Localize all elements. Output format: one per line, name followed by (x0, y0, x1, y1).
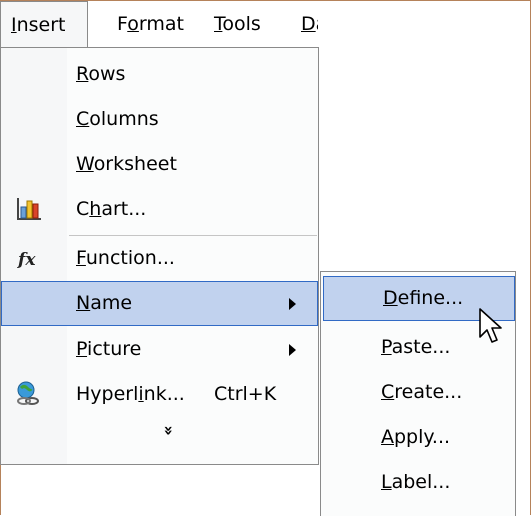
menu-item-chart[interactable]: Chart... (1, 187, 318, 232)
insert-dropdown-menu: Rows Columns Worksheet Chart... fx Funct… (0, 47, 319, 465)
submenu-item-apply[interactable]: Apply... (321, 415, 515, 460)
mouse-pointer-icon (478, 307, 504, 347)
chart-icon (15, 195, 43, 223)
menu-item-worksheet[interactable]: Worksheet (1, 142, 318, 187)
menu-format[interactable]: Format (105, 1, 184, 48)
hyperlink-globe-icon (15, 380, 43, 408)
menu-expand-more[interactable]: » (1, 408, 318, 453)
submenu-arrow-icon (289, 298, 296, 310)
expand-chevron-icon: » (159, 425, 179, 436)
menu-tools[interactable]: Tools (202, 1, 261, 48)
menu-item-name[interactable]: Name (1, 281, 318, 326)
menu-bar: Insert Format Tools Da (0, 1, 530, 49)
menu-item-function[interactable]: fx Function... (1, 236, 318, 281)
submenu-item-create[interactable]: Create... (321, 370, 515, 415)
submenu-arrow-icon (289, 344, 296, 356)
menu-item-rows[interactable]: Rows (1, 52, 318, 97)
menu-insert[interactable]: Insert (0, 1, 88, 49)
submenu-item-label[interactable]: Label... (321, 460, 515, 505)
svg-text:fx: fx (17, 250, 36, 270)
function-fx-icon: fx (15, 244, 43, 272)
menu-item-picture[interactable]: Picture (1, 327, 318, 372)
menu-item-columns[interactable]: Columns (1, 97, 318, 142)
menu-data[interactable]: Da (289, 1, 318, 48)
